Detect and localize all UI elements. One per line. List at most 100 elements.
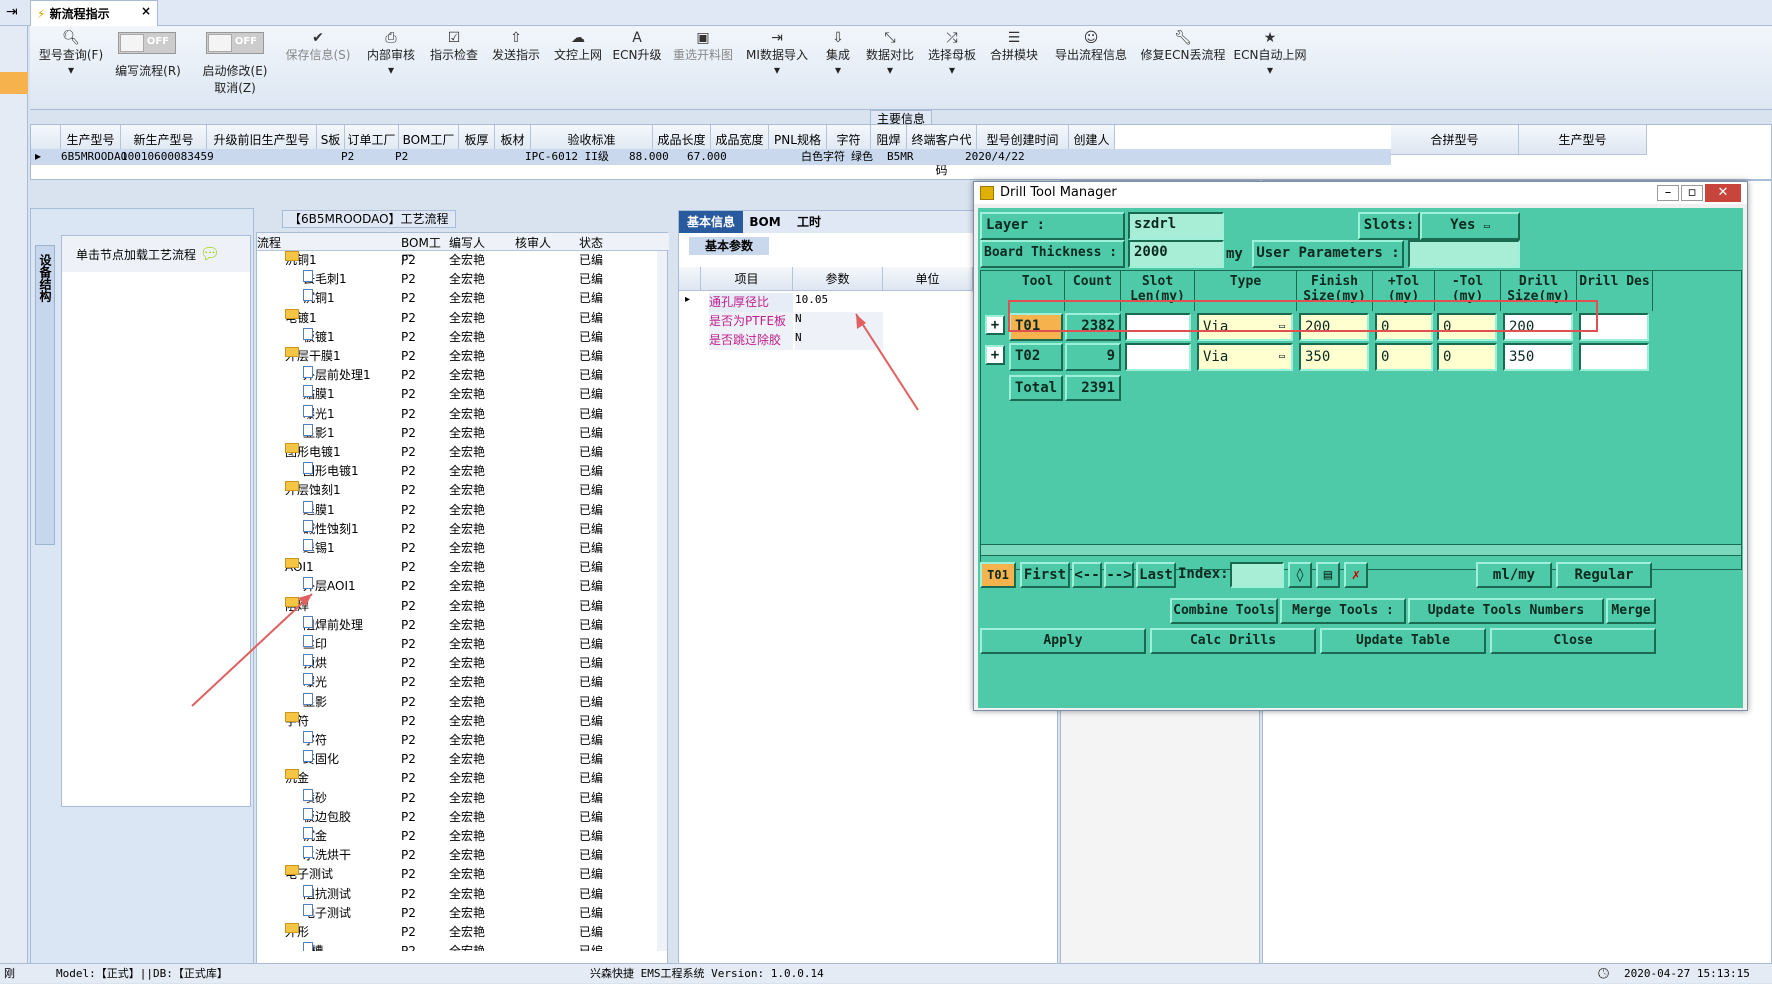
start-modify-toggle[interactable]: OFF xyxy=(206,32,264,54)
flow-node[interactable]: 电镀1 xyxy=(285,308,317,328)
expand-row-button[interactable]: + xyxy=(985,345,1005,365)
instruction-check-button[interactable]: ☑ 指示检查 xyxy=(426,30,482,63)
edit-flow-toggle[interactable]: OFF xyxy=(118,32,176,54)
flow-column-header[interactable]: 核审人 xyxy=(515,234,575,251)
flow-tree-row[interactable]: 曝光1 P2 全宏艳 已编 xyxy=(257,404,627,424)
window-close-button[interactable]: ✕ xyxy=(1705,184,1741,202)
control-online-button[interactable]: ☁ 文控上网 xyxy=(550,30,606,63)
grid-header[interactable]: 生产型号 xyxy=(1519,125,1647,155)
flow-tree-row[interactable]: 退锡1 P2 全宏艳 已编 xyxy=(257,539,627,558)
internal-review-button[interactable]: ⎙ 内部审核 ▾ xyxy=(363,30,419,77)
flow-node[interactable]: 退膜1 xyxy=(303,500,335,520)
flow-node[interactable]: 显影 xyxy=(303,692,327,712)
clear-icon[interactable]: ✗ xyxy=(1344,562,1368,588)
plus-tol-field[interactable]: 0 xyxy=(1375,343,1433,371)
type-select[interactable]: Via ▭ xyxy=(1197,343,1293,371)
next-button[interactable]: --> xyxy=(1104,562,1134,588)
slots-select[interactable]: Yes ▭ xyxy=(1420,212,1520,240)
flow-tree-row[interactable]: 碱性蚀刻1 P2 全宏艳 已编 xyxy=(257,519,627,539)
flow-node[interactable]: 外层蚀刻1 xyxy=(285,481,341,500)
select-mother-button[interactable]: ⤮ 选择母板 ▾ xyxy=(924,30,980,77)
ecn-upgrade-button[interactable]: A ECN升级 xyxy=(611,30,663,63)
expand-row-button[interactable]: + xyxy=(985,315,1005,335)
flow-tree-row[interactable]: 电子测试 P2 全宏艳 已编 xyxy=(257,903,627,923)
flow-tree-row[interactable]: 曝光 P2 全宏艳 已编 xyxy=(257,673,627,692)
maximize-button[interactable]: ▫ xyxy=(1681,185,1703,201)
flow-node[interactable]: V槽 xyxy=(303,942,323,951)
flow-node[interactable]: 沉铜1 xyxy=(285,251,317,270)
param-value[interactable]: 10.05 xyxy=(795,293,883,312)
flow-tree-row[interactable]: 显影 P2 全宏艳 已编 xyxy=(257,692,627,712)
flow-node[interactable]: 碱性蚀刻1 xyxy=(303,519,359,539)
flow-column-header[interactable]: 流程 xyxy=(257,234,387,251)
tab-new-flow[interactable]: ⚡ 新流程指示 × xyxy=(30,0,158,26)
flow-tree-row[interactable]: 字符 P2 全宏艳 已编 xyxy=(257,711,627,731)
flow-node[interactable]: 去毛刺1 xyxy=(303,270,347,289)
grid-row[interactable]: ▸ 6B5MROODAO 10010600083459 P2 P2 IPC-6012 II… xyxy=(31,149,1391,165)
drill-des-field[interactable] xyxy=(1579,343,1649,371)
flow-tree-row[interactable]: 外形 P2 全宏艳 已编 xyxy=(257,923,627,942)
flow-tree-row[interactable]: 预烘 P2 全宏艳 已编 xyxy=(257,654,627,673)
minus-tol-field[interactable]: 0 xyxy=(1437,343,1497,371)
flow-node[interactable]: 退锡1 xyxy=(303,539,335,558)
flow-tree-row[interactable]: 电镀1 P2 全宏艳 已编 xyxy=(257,308,627,328)
flow-node[interactable]: 外层干膜1 xyxy=(285,347,341,366)
apply-button[interactable]: Apply xyxy=(980,628,1146,654)
flow-node[interactable]: 沉金 xyxy=(303,827,327,846)
flow-node[interactable]: 丝印 xyxy=(303,635,327,654)
flow-node[interactable]: 喷砂 xyxy=(303,788,327,808)
units-select[interactable]: ml/my xyxy=(1476,562,1552,588)
flow-node[interactable]: 沉铜1 xyxy=(303,289,335,308)
layer-field[interactable]: szdrl xyxy=(1128,212,1224,240)
flow-node[interactable]: 电子测试 xyxy=(303,903,351,923)
first-button[interactable]: First xyxy=(1020,562,1070,588)
flow-node[interactable]: 图形电镀1 xyxy=(285,443,341,462)
flow-tree-row[interactable]: 字符 P2 全宏艳 已编 xyxy=(257,731,627,750)
param-value[interactable]: N xyxy=(795,312,883,331)
bulb-icon[interactable]: ◊ xyxy=(1288,562,1312,588)
flow-node[interactable]: 阻焊前处理 xyxy=(303,615,363,635)
flow-tree-row[interactable]: 外层蚀刻1 P2 全宏艳 已编 xyxy=(257,481,627,500)
reselect-material-button[interactable]: ▣ 重选开料图 xyxy=(670,30,736,63)
flow-tree-row[interactable]: 阻抗测试 P2 全宏艳 已编 xyxy=(257,884,627,904)
param-value[interactable]: N xyxy=(795,331,883,350)
flow-node[interactable]: 字符 xyxy=(303,731,327,750)
flow-node[interactable]: 曝光1 xyxy=(303,404,335,424)
flow-node[interactable]: 水洗烘干 xyxy=(303,846,351,865)
mode-select[interactable]: Regular xyxy=(1556,562,1652,588)
flow-tree-row[interactable]: 去毛刺1 P2 全宏艳 已编 xyxy=(257,270,627,289)
flow-tree-row[interactable]: 外层AOI1 P2 全宏艳 已编 xyxy=(257,577,627,596)
flow-tree-row[interactable]: 图形电镀1 P2 全宏艳 已编 xyxy=(257,462,627,481)
tool-cell[interactable]: T02 xyxy=(1009,343,1063,371)
merge-button[interactable]: Merge xyxy=(1606,598,1656,624)
flow-tree-row[interactable]: V槽 P2 全宏艳 已编 xyxy=(257,942,627,951)
params-header[interactable]: 参数 xyxy=(793,267,883,291)
flow-tree-row[interactable]: 外层前处理1 P2 全宏艳 已编 xyxy=(257,366,627,385)
close-tab-button[interactable]: × xyxy=(141,4,151,18)
flow-tree-row[interactable]: 沉金 P2 全宏艳 已编 xyxy=(257,827,627,846)
flow-tree-row[interactable]: 板镀1 P2 全宏艳 已编 xyxy=(257,327,627,347)
export-flow-button[interactable]: ☺ 导出流程信息 xyxy=(1048,30,1134,63)
flow-node[interactable]: 曝光 xyxy=(303,673,327,692)
data-compare-button[interactable]: ⤡ 数据对比 ▾ xyxy=(862,30,918,77)
flow-tree-row[interactable]: 板边包胶 P2 全宏艳 已编 xyxy=(257,807,627,827)
flow-scrollbar[interactable] xyxy=(657,251,667,951)
save-icon[interactable]: ▤ xyxy=(1316,562,1340,588)
load-flow-hint[interactable]: 单击节点加载工艺流程 💬︎ xyxy=(62,236,250,272)
flow-tree-row[interactable]: 阻焊前处理 P2 全宏艳 已编 xyxy=(257,615,627,635)
flow-node[interactable]: 板边包胶 xyxy=(303,807,351,827)
params-tab[interactable]: BOM xyxy=(743,211,787,233)
flow-tree-row[interactable]: 电子测试 P2 全宏艳 已编 xyxy=(257,865,627,884)
flow-node[interactable]: 预烘 xyxy=(303,654,327,673)
flow-node[interactable]: 阻焊 xyxy=(285,596,309,616)
flow-tree-row[interactable]: 终固化 P2 全宏艳 已编 xyxy=(257,750,627,769)
flow-tree-row[interactable]: 水洗烘干 P2 全宏艳 已编 xyxy=(257,846,627,865)
flow-node[interactable]: 显影1 xyxy=(303,423,335,443)
flow-column-header[interactable]: 状态 xyxy=(579,234,619,251)
flow-node[interactable]: 图形电镀1 xyxy=(303,462,359,481)
fix-ecn-button[interactable]: 🔧︎ 修复ECN丢流程 xyxy=(1140,30,1226,63)
flow-node[interactable]: 贴膜1 xyxy=(303,385,335,404)
flow-node[interactable]: 外层AOI1 xyxy=(303,577,356,596)
combine-tools-button[interactable]: Combine Tools xyxy=(1170,598,1278,624)
close-button[interactable]: Close xyxy=(1490,628,1656,654)
